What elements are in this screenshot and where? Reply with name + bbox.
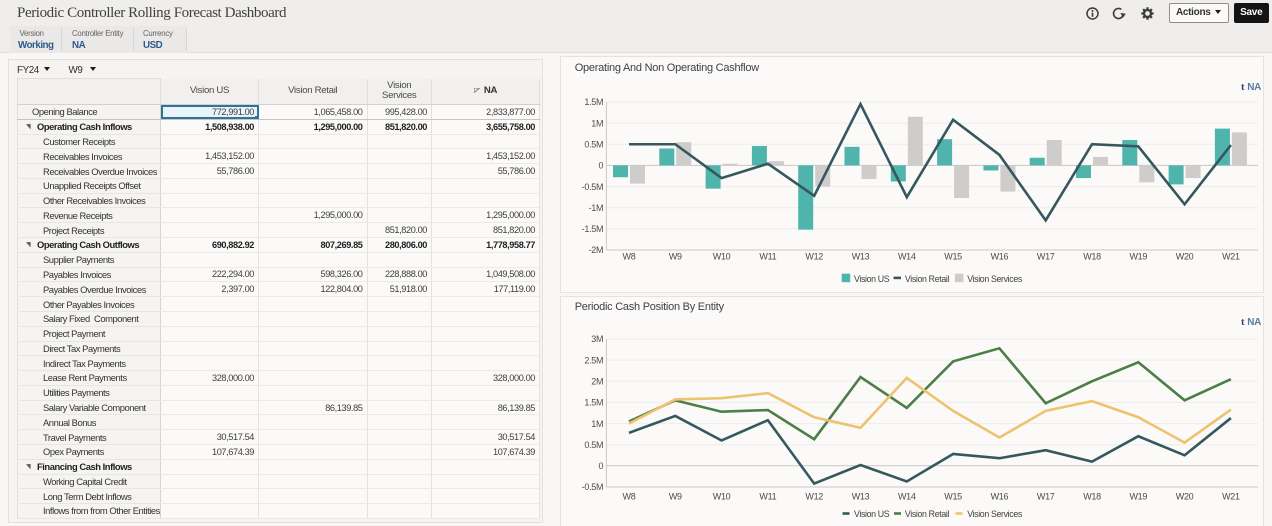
svg-text:W16: W16 — [991, 492, 1009, 502]
svg-text:0.5M: 0.5M — [584, 140, 603, 150]
svg-text:W9: W9 — [669, 492, 682, 502]
svg-text:1M: 1M — [591, 118, 603, 128]
svg-text:W14: W14 — [898, 252, 916, 262]
svg-text:W12: W12 — [805, 492, 823, 502]
svg-text:W10: W10 — [713, 252, 731, 262]
svg-text:Vision Services: Vision Services — [967, 274, 1023, 284]
svg-text:W12: W12 — [805, 252, 823, 262]
svg-text:Vision Retail: Vision Retail — [905, 274, 950, 284]
svg-text:W15: W15 — [944, 252, 962, 262]
svg-text:W17: W17 — [1037, 492, 1055, 502]
svg-text:Vision Retail: Vision Retail — [905, 509, 950, 519]
svg-text:-2M: -2M — [589, 245, 604, 255]
svg-text:Vision US: Vision US — [854, 509, 890, 519]
svg-text:W8: W8 — [623, 252, 636, 262]
svg-text:3M: 3M — [591, 334, 603, 344]
svg-text:W21: W21 — [1222, 252, 1240, 262]
svg-text:W17: W17 — [1037, 252, 1055, 262]
svg-text:-0.5M: -0.5M — [582, 182, 604, 192]
svg-text:0.5M: 0.5M — [584, 440, 603, 450]
svg-text:Vision US: Vision US — [854, 274, 890, 284]
svg-text:W9: W9 — [669, 252, 682, 262]
svg-text:W10: W10 — [713, 492, 731, 502]
svg-text:0: 0 — [598, 161, 603, 171]
svg-text:W15: W15 — [944, 492, 962, 502]
svg-text:W20: W20 — [1176, 492, 1194, 502]
svg-text:W18: W18 — [1083, 492, 1101, 502]
svg-text:1.5M: 1.5M — [584, 398, 603, 408]
svg-text:2.5M: 2.5M — [584, 355, 603, 365]
svg-text:-1M: -1M — [589, 203, 604, 213]
svg-text:W13: W13 — [852, 492, 870, 502]
svg-text:1M: 1M — [591, 419, 603, 429]
svg-text:W19: W19 — [1129, 492, 1147, 502]
svg-text:2M: 2M — [591, 377, 603, 387]
svg-text:W11: W11 — [759, 492, 776, 502]
svg-text:W21: W21 — [1222, 492, 1240, 502]
svg-text:1.5M: 1.5M — [584, 97, 603, 107]
svg-text:W20: W20 — [1176, 252, 1194, 262]
svg-text:W19: W19 — [1129, 252, 1147, 262]
svg-text:0: 0 — [598, 461, 603, 471]
svg-text:-1.5M: -1.5M — [582, 224, 604, 234]
svg-text:W16: W16 — [991, 252, 1009, 262]
svg-text:W8: W8 — [623, 492, 636, 502]
svg-text:W18: W18 — [1083, 252, 1101, 262]
svg-text:Vision Services: Vision Services — [967, 509, 1023, 519]
svg-text:W14: W14 — [898, 492, 916, 502]
svg-text:-0.5M: -0.5M — [582, 482, 604, 492]
svg-text:W13: W13 — [852, 252, 870, 262]
svg-text:W11: W11 — [759, 252, 776, 262]
